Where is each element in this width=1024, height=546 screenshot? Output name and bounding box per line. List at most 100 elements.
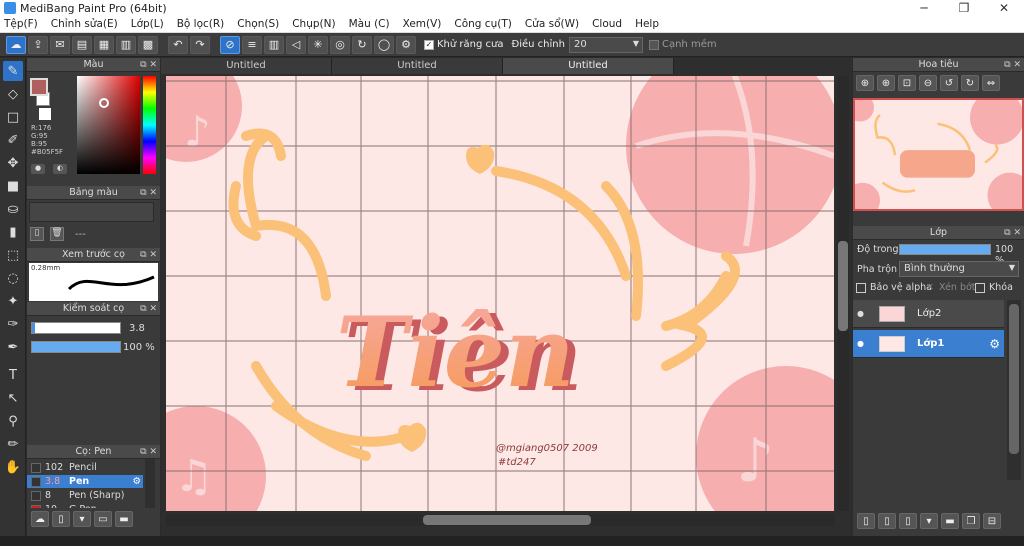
new-8bit-layer-icon[interactable]: ▯ <box>899 513 917 529</box>
eyedropper-icon[interactable]: ⚲ <box>3 411 23 431</box>
add-layer-menu-icon[interactable]: ▾ <box>920 513 938 529</box>
move-tool-icon[interactable]: ✥ <box>3 153 23 173</box>
minimize-button[interactable]: ─ <box>904 0 944 16</box>
canvas-vertical-scrollbar[interactable] <box>837 76 849 511</box>
menu-color[interactable]: Màu (C) <box>349 18 390 30</box>
cloud-brush-icon[interactable]: ☁ <box>31 511 49 527</box>
brush-size-slider[interactable] <box>31 322 121 334</box>
gear-icon[interactable]: ⚙ <box>989 337 1000 351</box>
zoom-out-icon[interactable]: ⊖ <box>919 75 937 91</box>
antialias-checkbox[interactable]: ✓ <box>424 39 434 50</box>
brush-tool-icon[interactable]: ✎ <box>3 61 23 81</box>
pen-tool-icon[interactable]: ✏ <box>3 434 23 454</box>
panel-controls-icon[interactable]: ⧉ ✕ <box>140 248 157 262</box>
menu-edit[interactable]: Chỉnh sửa(E) <box>51 18 118 30</box>
select-tool-icon[interactable]: ⬚ <box>3 245 23 265</box>
bucket-tool-icon[interactable]: ⛀ <box>3 199 23 219</box>
lock-checkbox[interactable] <box>975 283 985 293</box>
select-eraser-icon[interactable]: ✒ <box>3 337 23 357</box>
gear-icon[interactable]: ⚙ <box>132 476 141 487</box>
layer-row-lop1[interactable]: ● Lớp1 ⚙ <box>853 330 1004 358</box>
eraser-tool-icon[interactable]: ◇ <box>3 84 23 104</box>
panel-controls-icon[interactable]: ⧉ ✕ <box>140 445 157 459</box>
menu-window[interactable]: Cửa sổ(W) <box>525 18 579 30</box>
snap-settings-icon[interactable]: ⚙ <box>396 35 416 54</box>
share-icon[interactable]: ⇪ <box>28 35 48 54</box>
alpha-protect-checkbox[interactable] <box>856 283 866 293</box>
grid-icon[interactable]: ▥ <box>116 35 136 54</box>
menu-cloud[interactable]: Cloud <box>592 18 622 30</box>
ellipse-snap-icon[interactable]: ◯ <box>374 35 394 54</box>
vanishing-point-icon[interactable]: ◁ <box>286 35 306 54</box>
operation-tool-icon[interactable]: ↖ <box>3 388 23 408</box>
new-brush-icon[interactable]: ▯ <box>52 511 70 527</box>
layer-scroll-thumb[interactable] <box>1009 304 1019 454</box>
brush-copy-icon[interactable]: ▭ <box>94 511 112 527</box>
zoom-in-icon[interactable]: ⊕ <box>856 75 874 91</box>
menu-layer[interactable]: Lớp(L) <box>131 18 164 30</box>
material-icon[interactable]: ▦ <box>94 35 114 54</box>
smooth-checkbox[interactable] <box>648 39 659 50</box>
artwork-canvas[interactable]: ♪ ♫ ♪ Tiên Tiên @mgiang0507 2009 #td247 <box>166 76 834 511</box>
saturation-value-picker[interactable] <box>77 76 140 174</box>
redo-icon[interactable]: ↷ <box>190 35 210 54</box>
tab-untitled-3[interactable]: Untitled <box>503 58 674 74</box>
new-halftone-layer-icon[interactable]: ▯ <box>878 513 896 529</box>
text-tool-icon[interactable]: T <box>3 365 23 385</box>
radial-snap-icon[interactable]: ✳ <box>308 35 328 54</box>
folder-icon[interactable]: ▬ <box>115 511 133 527</box>
brush-item-pen[interactable]: 3.8 Pen ⚙ <box>27 475 143 488</box>
parallel-snap-icon[interactable]: ≡ <box>242 35 262 54</box>
navigator-preview[interactable] <box>853 98 1024 211</box>
new-layer-icon[interactable]: ▯ <box>857 513 875 529</box>
fit-icon[interactable]: ⊡ <box>898 75 916 91</box>
panel-controls-icon[interactable]: ⧉ ✕ <box>140 302 157 316</box>
brush-opacity-slider[interactable] <box>31 341 121 353</box>
hand-tool-icon[interactable]: ✋ <box>3 457 23 477</box>
menu-snap[interactable]: Chụp(N) <box>292 18 335 30</box>
close-window-button[interactable]: ✕ <box>984 0 1024 16</box>
primary-color-swatch[interactable] <box>30 78 48 96</box>
add-brush-icon[interactable]: ▾ <box>73 511 91 527</box>
eye-icon[interactable]: ● <box>857 339 871 348</box>
curve-snap-icon[interactable]: ↻ <box>352 35 372 54</box>
color-tool-button-2[interactable]: ◐ <box>53 164 67 174</box>
palette-swatches[interactable] <box>29 202 154 222</box>
correction-dropdown[interactable]: 20 ▼ <box>568 36 643 53</box>
duplicate-layer-icon[interactable]: ❐ <box>962 513 980 529</box>
new-palette-icon[interactable]: ▯ <box>30 227 44 241</box>
comment-icon[interactable]: ✉ <box>50 35 70 54</box>
brush-item-pencil[interactable]: 102 Pencil <box>27 461 143 474</box>
zoom-plus-icon[interactable]: ⊕ <box>877 75 895 91</box>
layer-scrollbar[interactable] <box>1007 300 1021 480</box>
horizontal-scroll-thumb[interactable] <box>423 515 591 525</box>
blur-tool-icon[interactable]: ✐ <box>3 130 23 150</box>
tab-untitled-1[interactable]: Untitled <box>161 58 332 74</box>
color-tool-button-1[interactable]: ● <box>31 164 45 174</box>
panel-controls-icon[interactable]: ⧉ ✕ <box>1004 58 1021 72</box>
hue-slider[interactable] <box>143 76 156 174</box>
menu-help[interactable]: Help <box>635 18 659 30</box>
brush-list-scrollbar[interactable] <box>145 459 155 515</box>
panel-controls-icon[interactable]: ⧉ ✕ <box>140 186 157 200</box>
rotate-left-icon[interactable]: ↺ <box>940 75 958 91</box>
menu-view[interactable]: Xem(V) <box>403 18 442 30</box>
cross-snap-icon[interactable]: ▥ <box>264 35 284 54</box>
menu-file[interactable]: Tệp(F) <box>4 18 38 30</box>
undo-icon[interactable]: ↶ <box>168 35 188 54</box>
layer-row-lop2[interactable]: ● Lớp2 <box>853 300 1004 328</box>
maximize-button[interactable]: ❐ <box>944 0 984 16</box>
clip-checkbox[interactable]: ✕ <box>926 282 934 293</box>
eye-icon[interactable]: ● <box>857 309 871 318</box>
page-icon[interactable]: ▤ <box>72 35 92 54</box>
menu-select[interactable]: Chọn(S) <box>237 18 279 30</box>
lasso-tool-icon[interactable]: ◌ <box>3 268 23 288</box>
cloud-icon[interactable]: ☁ <box>6 35 26 54</box>
tab-untitled-2[interactable]: Untitled <box>332 58 503 74</box>
dot-tool-icon[interactable]: □ <box>3 107 23 127</box>
menu-tools[interactable]: Công cụ(T) <box>454 18 511 30</box>
menu-filter[interactable]: Bộ lọc(R) <box>177 18 225 30</box>
folder-icon[interactable]: ▬ <box>941 513 959 529</box>
vertical-scroll-thumb[interactable] <box>838 241 848 331</box>
canvas-horizontal-scrollbar[interactable] <box>166 514 834 526</box>
